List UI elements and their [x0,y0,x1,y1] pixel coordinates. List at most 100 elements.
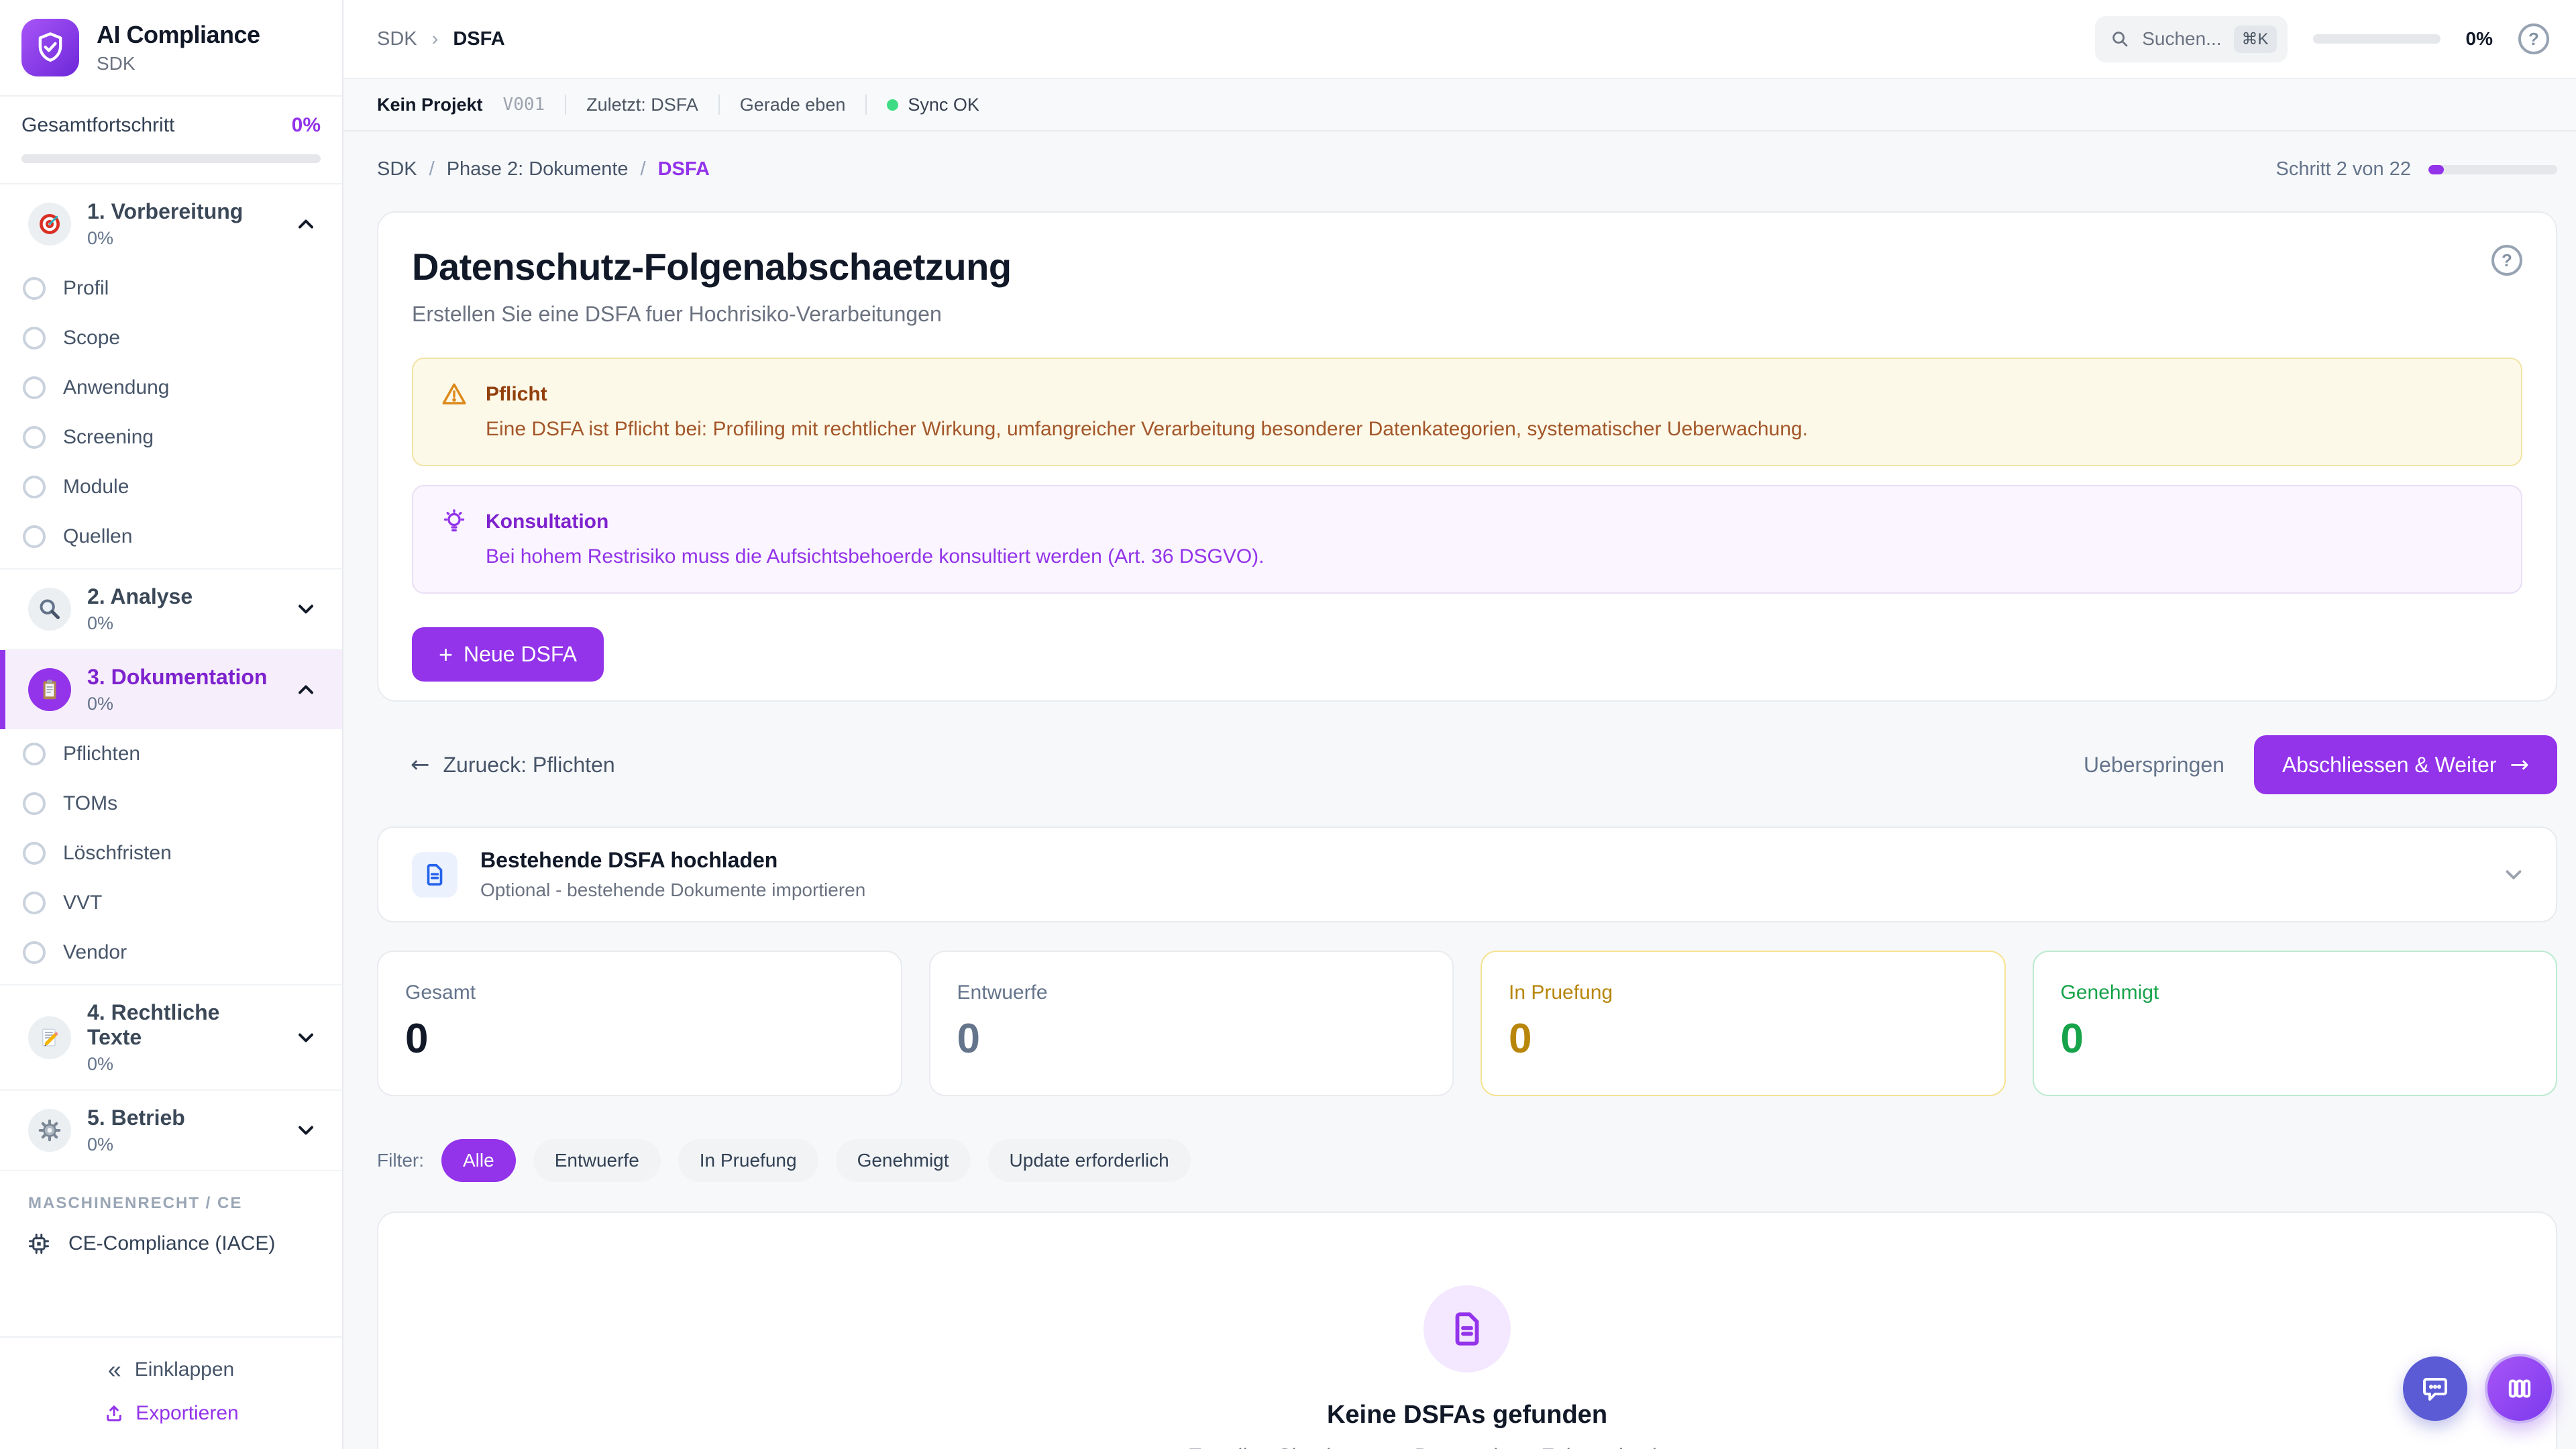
radio-icon [23,327,46,350]
upload-subtitle: Optional - bestehende Dokumente importie… [480,879,865,901]
sidebar-item-pflichten[interactable]: Pflichten [0,729,342,779]
new-dsfa-button[interactable]: + Neue DSFA [412,627,604,682]
overall-progress-value: 0% [292,114,321,137]
last-saved-time: Gerade eben [740,95,846,115]
sidebar-phase-vorbereitung[interactable]: 1. Vorbereitung 0% [0,184,342,264]
radio-icon [23,476,46,498]
skip-button[interactable]: Ueberspringen [2084,753,2224,777]
sidebar-item-profil[interactable]: Profil [0,264,342,313]
phase-percent: 0% [87,228,243,249]
sidebar-item-vendor[interactable]: Vendor [0,928,342,977]
export-button[interactable]: Exportieren [103,1402,238,1425]
consultation-title: Konsultation [486,508,1265,536]
collapse-sidebar-button[interactable]: « Einklappen [108,1358,234,1382]
back-link[interactable]: ← Zurueck: Pflichten [411,751,615,778]
gear-icon [28,1109,71,1152]
empty-state-subtitle: Erstellen Sie eine neue Datenschutz-Folg… [1188,1444,1747,1449]
content: SDK / Phase 2: Dokumente / DSFA Schritt … [343,131,2576,1449]
search-icon [2110,29,2130,49]
filter-bar: Filter: Alle Entwuerfe In Pruefung Geneh… [377,1139,2557,1182]
export-icon [103,1403,125,1424]
search-input[interactable]: Suchen... ⌘K [2095,16,2287,62]
sidebar-item-scope[interactable]: Scope [0,313,342,363]
breadcrumb-item[interactable]: SDK [377,158,417,180]
sidebar-item-quellen[interactable]: Quellen [0,512,342,561]
columns-panel-button[interactable] [2485,1354,2555,1424]
breadcrumb-item[interactable]: Phase 2: Dokumente [447,158,629,180]
warning-icon [440,380,468,443]
sidebar-item-screening[interactable]: Screening [0,413,342,462]
filter-update-erforderlich[interactable]: Update erforderlich [988,1139,1191,1182]
main-area: SDK › DSFA Suchen... ⌘K 0% ? Kein Projek… [343,0,2576,1449]
stat-gesamt: Gesamt 0 [377,951,902,1096]
sidebar-item-toms[interactable]: TOMs [0,779,342,828]
consultation-note: Konsultation Bei hohem Restrisiko muss d… [412,485,2522,594]
upload-title: Bestehende DSFA hochladen [480,848,865,873]
dsfa-card: Datenschutz-Folgenabschaetzung Erstellen… [377,211,2557,702]
radio-icon [23,277,46,300]
plus-icon: + [439,643,453,667]
divider [718,95,720,115]
sidebar-phase-dokumentation[interactable]: 3. Dokumentation 0% [0,650,342,729]
filter-genehmigt[interactable]: Genehmigt [836,1139,971,1182]
sidebar-item-vvt[interactable]: VVT [0,878,342,928]
help-icon[interactable]: ? [2518,23,2549,54]
app-header: AI Compliance SDK [0,0,342,97]
warning-text: Eine DSFA ist Pflicht bei: Profiling mit… [486,415,1808,443]
radio-icon [23,792,46,815]
magnifier-icon [28,588,71,631]
stat-entwuerfe: Entwuerfe 0 [929,951,1454,1096]
consultation-text: Bei hohem Restrisiko muss die Aufsichtsb… [486,543,1265,571]
sidebar-item-anwendung[interactable]: Anwendung [0,363,342,413]
search-placeholder: Suchen... [2142,28,2221,50]
chevron-down-icon[interactable] [2501,862,2526,888]
sidebar-phase-rechtliche-texte[interactable]: 4. Rechtliche Texte 0% [0,985,342,1089]
stat-genehmigt: Genehmigt 0 [2033,951,2558,1096]
sidebar-nav: 1. Vorbereitung 0% Profil Scope [0,184,342,1336]
sidebar-item-module[interactable]: Module [0,462,342,512]
empty-state: Keine DSFAs gefunden Erstellen Sie eine … [377,1212,2557,1449]
breadcrumb-root[interactable]: SDK [377,28,417,50]
upload-existing-dsfa[interactable]: Bestehende DSFA hochladen Optional - bes… [377,826,2557,922]
filter-label: Filter: [377,1150,424,1171]
radio-icon [23,892,46,914]
sidebar-item-loeschfristen[interactable]: Löschfristen [0,828,342,878]
filter-in-pruefung[interactable]: In Pruefung [678,1139,818,1182]
filter-entwuerfe[interactable]: Entwuerfe [533,1139,661,1182]
page-breadcrumb: SDK / Phase 2: Dokumente / DSFA [377,158,710,180]
statusbar: Kein Projekt V001 Zuletzt: DSFA Gerade e… [343,79,2576,131]
chat-button[interactable] [2403,1356,2467,1421]
topbar-breadcrumb: SDK › DSFA [377,28,505,50]
sidebar: AI Compliance SDK Gesamtfortschritt 0% [0,0,343,1449]
clipboard-icon [28,668,71,711]
chevron-down-icon [294,1118,318,1142]
stat-in-pruefung: In Pruefung 0 [1481,951,2006,1096]
radio-icon [23,941,46,964]
divider [565,95,566,115]
phase-percent: 0% [87,694,267,714]
phase-label: 2. Analyse [87,584,193,609]
divider [865,95,867,115]
breadcrumb-current: DSFA [658,158,710,180]
page-subtitle: Erstellen Sie eine DSFA fuer Hochrisiko-… [412,302,1012,327]
page-title: Datenschutz-Folgenabschaetzung [412,245,1012,288]
wizard-nav: ← Zurueck: Pflichten Ueberspringen Absch… [377,735,2557,794]
phase-label: 3. Dokumentation [87,665,267,690]
chevron-down-icon [294,597,318,621]
step-label: Schritt 2 von 22 [2276,158,2412,180]
sidebar-phase-analyse[interactable]: 2. Analyse 0% [0,570,342,649]
sidebar-phase-betrieb[interactable]: 5. Betrieb 0% [0,1091,342,1170]
chevron-right-separator: › [432,28,439,50]
finish-next-button[interactable]: Abschliessen & Weiter → [2254,735,2557,794]
sidebar-item-ce-compliance[interactable]: CE-Compliance (IACE) [0,1216,342,1275]
app-logo [21,19,79,76]
step-progress-bar [2428,165,2557,174]
phase-percent: 0% [87,1134,185,1155]
app-title: AI Compliance [97,21,260,49]
overall-progress-label: Gesamtfortschritt [21,114,174,137]
card-help-icon[interactable]: ? [2491,245,2522,276]
step-progress: Schritt 2 von 22 [2276,158,2558,180]
columns-icon [2504,1373,2535,1404]
filter-alle[interactable]: Alle [441,1139,516,1182]
warning-note: Pflicht Eine DSFA ist Pflicht bei: Profi… [412,358,2522,466]
